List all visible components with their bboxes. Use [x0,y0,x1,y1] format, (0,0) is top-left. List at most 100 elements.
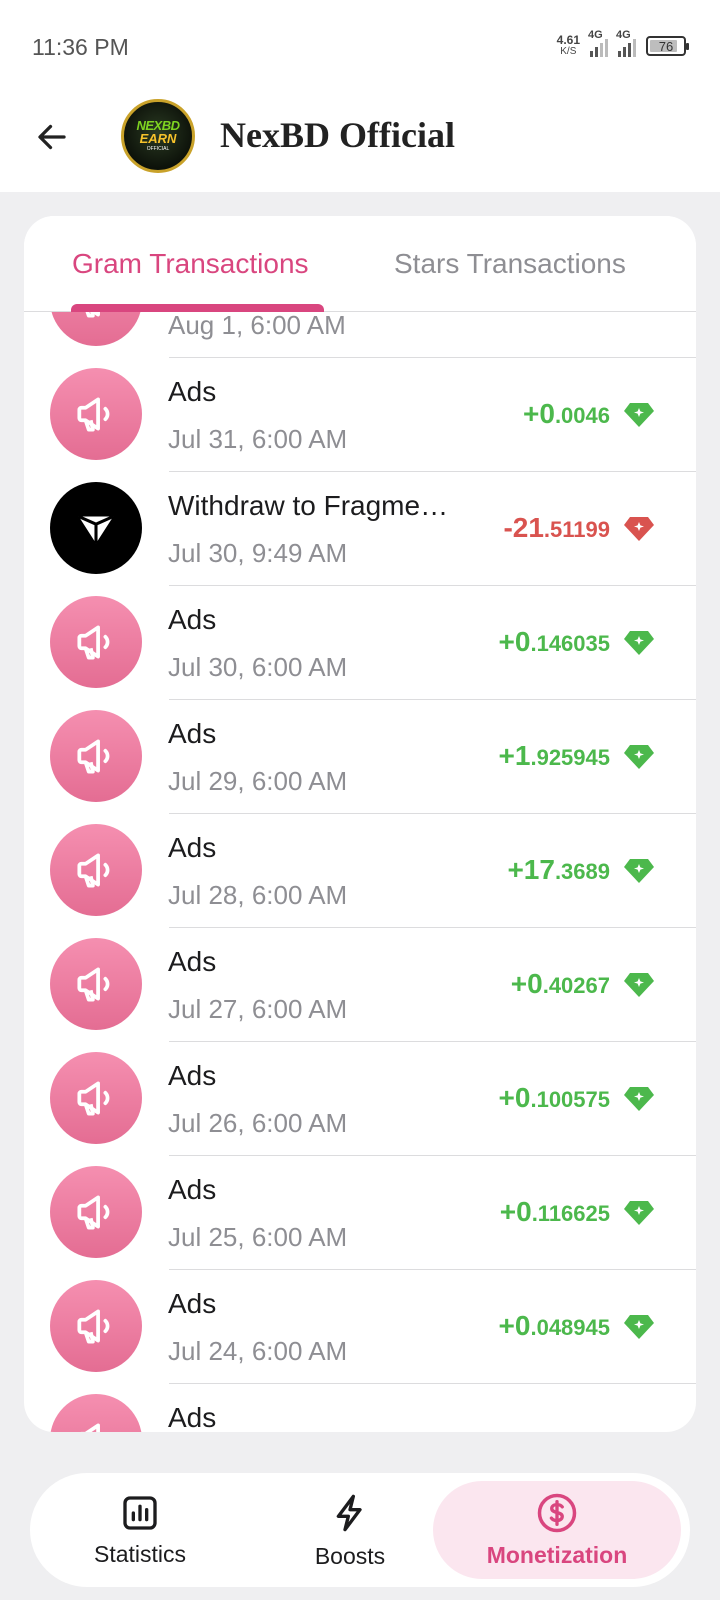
ads-avatar [50,596,142,688]
transaction-row[interactable]: Ads Jul 30, 6:00 AM +0.146035 [24,584,696,700]
megaphone-icon [77,967,110,1002]
amount-integer: +0 [498,626,531,657]
status-time: 11:36 PM [32,34,129,60]
transaction-row[interactable]: Withdraw to Fragme… Jul 30, 9:49 AM -21.51… [24,470,696,586]
gem-icon [624,972,654,998]
megaphone-icon [85,312,100,318]
gem-icon [624,744,654,770]
transaction-row[interactable]: Aug 1, 6:00 AM [24,312,696,358]
back-button[interactable] [30,115,74,159]
transaction-row[interactable]: Ads [24,1382,696,1432]
transaction-row[interactable]: Ads Jul 24, 6:00 AM +0.048945 [24,1268,696,1384]
transaction-row[interactable]: Ads Jul 26, 6:00 AM +0.100575 [24,1040,696,1156]
transactions-card: Gram Transactions Stars Transactions Aug… [24,216,696,1432]
transaction-date: Jul 27, 6:00 AM [168,994,348,1024]
gem-icon [624,858,654,884]
gem-icon [624,1314,654,1340]
transaction-date: Jul 31, 6:00 AM [168,424,348,454]
transaction-amount: +1.925945 [499,740,610,772]
ads-avatar [50,938,142,1030]
gem-icon [624,1086,654,1112]
gem-icon [624,516,654,542]
amount-integer: +17 [507,854,555,885]
megaphone-icon [77,1309,110,1344]
arrow-left-icon [38,124,66,150]
gem-icon [624,402,654,428]
transaction-date: Jul 30, 6:00 AM [168,652,348,682]
megaphone-icon [77,853,110,888]
megaphone-icon [77,397,110,432]
transaction-date: Jul 30, 9:49 AM [168,538,348,568]
amount-integer: +0 [523,398,555,429]
ads-avatar [50,1280,142,1372]
transaction-date: Jul 26, 6:00 AM [168,1108,348,1138]
megaphone-icon [77,1081,110,1116]
amount-decimal: .925945 [530,745,610,770]
transaction-amount: +0.048945 [499,1310,610,1342]
ads-avatar [50,1394,142,1432]
channel-avatar[interactable]: NEXBD EARN OFFICIAL [121,99,195,173]
megaphone-icon [80,1423,100,1432]
transaction-title: Ads [168,832,217,863]
transaction-amount: +17.3689 [507,854,610,886]
gem-icon [624,1200,654,1226]
transaction-row[interactable]: Ads Jul 28, 6:00 AM +17.3689 [24,812,696,928]
transaction-amount: +0.116625 [500,1196,610,1228]
tab-gram-transactions[interactable]: Gram Transactions [72,248,309,280]
transaction-title: Ads [168,1174,217,1205]
transaction-title: Ads [168,376,217,407]
amount-decimal: .116625 [531,1201,610,1226]
transaction-date: Jul 24, 6:00 AM [168,1336,348,1366]
amount-decimal: .0046 [554,403,610,428]
transaction-amount: +0.146035 [499,626,610,658]
transaction-date: Jul 25, 6:00 AM [168,1222,348,1252]
bottom-nav: Statistics Boosts Monetization [30,1473,690,1587]
amount-integer: +0 [498,1082,531,1113]
transaction-title: Ads [168,1288,217,1319]
status-icons: 4.61 K/S 4G 4G 76 [556,29,689,62]
ads-avatar [50,1052,142,1144]
bar-chart-icon [123,1495,157,1530]
transaction-amount: +0.100575 [499,1082,610,1114]
nav-monetization[interactable]: Monetization [433,1481,681,1579]
signal-icon: 4G [616,29,636,57]
transaction-row[interactable]: Ads Jul 27, 6:00 AM +0.40267 [24,926,696,1042]
megaphone-icon [77,625,110,660]
amount-decimal: .146035 [530,631,610,656]
ads-avatar [50,824,142,916]
amount-decimal: .3689 [554,859,610,884]
amount-decimal: .51199 [543,517,610,542]
amount-decimal: .100575 [530,1087,610,1112]
app-header: NEXBD EARN OFFICIAL NexBD Official [0,90,720,192]
gem-icon [624,630,654,656]
transaction-title: Ads [168,604,217,635]
ads-avatar [50,368,142,460]
battery-icon: 76 [646,36,689,56]
nav-statistics[interactable]: Statistics [70,1473,210,1587]
fragment-logo-icon [78,515,114,544]
status-bar: 11:36 PM 4.61 K/S 4G 4G 76 [0,0,720,90]
transaction-amount: +0.0046 [523,398,610,430]
transaction-title: Ads [168,1402,217,1432]
transaction-title: Ads [168,718,217,749]
channel-title[interactable]: NexBD Official [220,114,455,156]
ads-avatar [50,710,142,802]
transaction-title: Withdraw to Fragme… [168,490,449,521]
transaction-date: Jul 28, 6:00 AM [168,880,348,910]
network-speed: 4.61 K/S [556,33,580,57]
active-tab-indicator [71,304,324,312]
transaction-row[interactable]: Ads Jul 25, 6:00 AM +0.116625 [24,1154,696,1270]
amount-integer: +1 [498,740,531,771]
lightning-icon [336,1494,362,1531]
tab-stars-transactions[interactable]: Stars Transactions [394,248,626,280]
transaction-row[interactable]: Ads Jul 31, 6:00 AM +0.0046 [24,356,696,472]
nav-boosts[interactable]: Boosts [280,1473,420,1587]
dollar-circle-icon [537,1493,577,1532]
transaction-date: Jul 29, 6:00 AM [168,766,348,796]
amount-decimal: .048945 [530,1315,610,1340]
transaction-title: Ads [168,946,217,977]
transaction-row[interactable]: Ads Jul 29, 6:00 AM +1.925945 [24,698,696,814]
megaphone-icon [77,1195,110,1230]
transaction-list[interactable]: Aug 1, 6:00 AM Ads Jul 31, 6:00 AM +0.0046 W… [24,312,696,1432]
amount-integer: +0 [498,1310,531,1341]
